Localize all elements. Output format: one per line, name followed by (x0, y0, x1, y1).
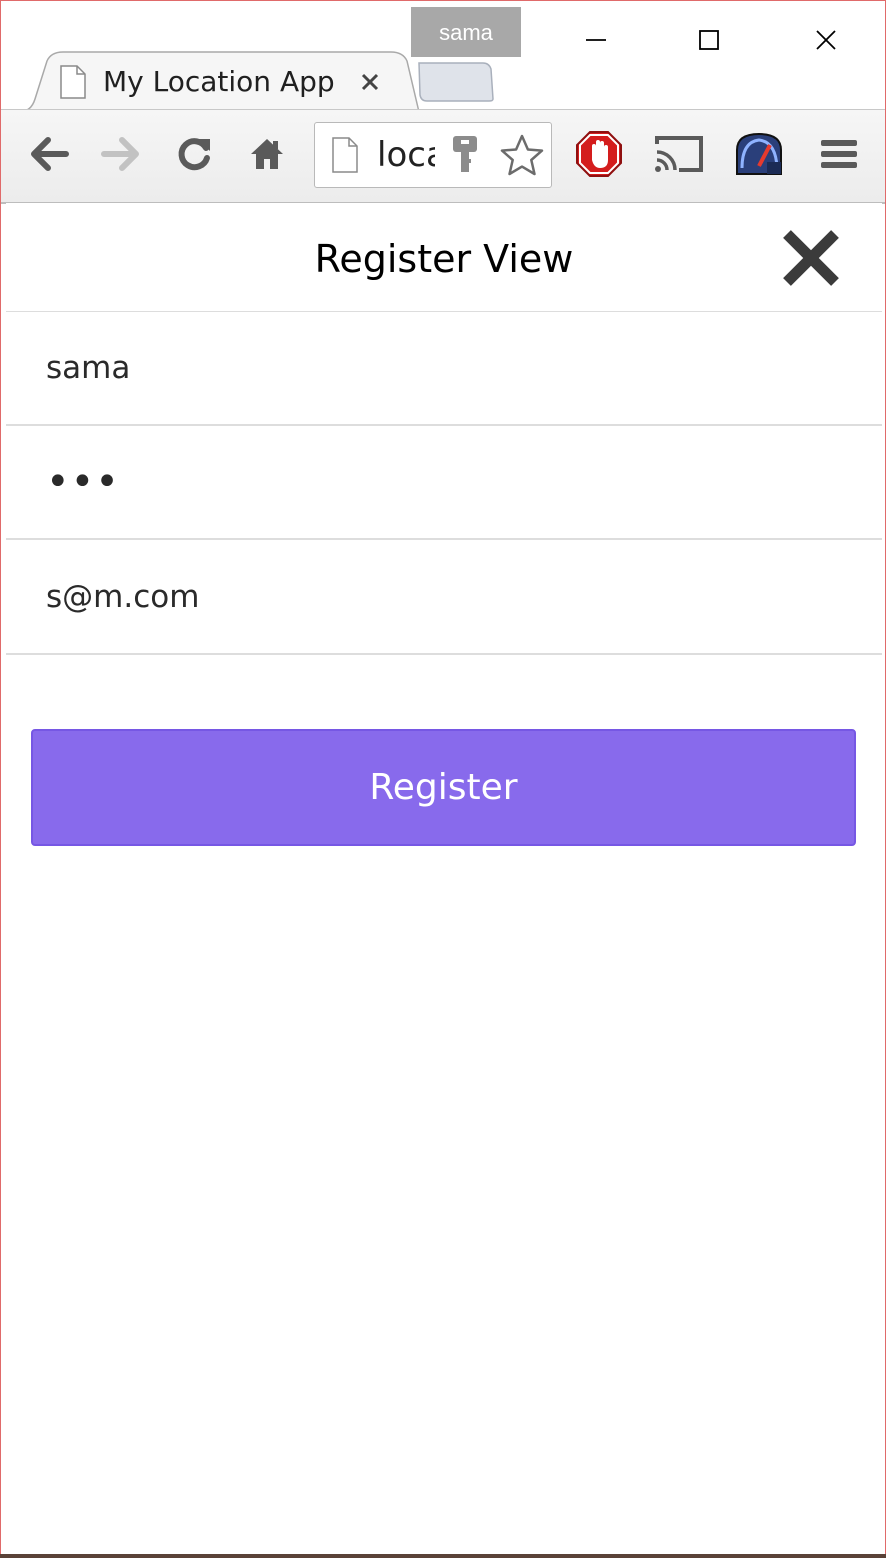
maximize-button[interactable] (679, 9, 739, 71)
home-button[interactable] (239, 126, 295, 182)
reload-icon (178, 138, 210, 171)
app-content: Register View Register (6, 203, 882, 1555)
address-bar[interactable]: localhost (314, 122, 552, 188)
window-close-button[interactable] (796, 9, 856, 71)
profile-badge[interactable]: sama (411, 7, 521, 57)
maximize-icon (699, 30, 719, 50)
password-input[interactable] (6, 426, 882, 538)
minimize-icon (586, 39, 606, 41)
password-field (6, 426, 882, 540)
browser-window: sama My Location App loc Register View s… (0, 0, 886, 1558)
username-input[interactable] (6, 312, 882, 424)
tab-my-location-app[interactable]: My Location App (19, 51, 419, 113)
username-field (6, 312, 882, 426)
page-icon (332, 137, 358, 173)
close-view-button[interactable] (776, 223, 846, 293)
page-title: Register View (314, 237, 574, 281)
close-icon (783, 230, 839, 286)
browser-toolbar: localhost (1, 109, 885, 204)
home-icon (251, 139, 283, 169)
close-icon (361, 73, 379, 91)
reload-button[interactable] (166, 126, 222, 182)
speedometer-icon (736, 132, 782, 175)
title-bar: sama My Location App (1, 1, 885, 113)
minimize-button[interactable] (566, 9, 626, 71)
adblock-extension-button[interactable] (571, 126, 627, 182)
register-button[interactable]: Register (31, 729, 856, 846)
address-text: localhost (377, 135, 435, 175)
tab-title: My Location App (103, 65, 335, 98)
tab-close-button[interactable] (355, 67, 385, 97)
arrow-right-icon (101, 137, 139, 171)
key-icon[interactable] (451, 135, 479, 175)
email-field (6, 541, 882, 655)
back-button[interactable] (21, 126, 77, 182)
browser-menu-button[interactable] (811, 126, 867, 182)
cast-button[interactable] (651, 126, 707, 182)
forward-button[interactable] (93, 126, 149, 182)
app-header: Register View (6, 203, 882, 312)
new-tab-button[interactable] (413, 61, 495, 103)
star-icon[interactable] (499, 133, 545, 179)
window-bottom-edge (0, 1554, 886, 1558)
hand-stop-icon (576, 131, 622, 177)
hamburger-icon (821, 140, 857, 168)
email-input[interactable] (6, 541, 882, 653)
close-icon (816, 30, 836, 50)
arrow-left-icon (31, 137, 69, 171)
speedometer-extension-button[interactable] (731, 126, 787, 182)
cast-icon (655, 136, 703, 172)
page-icon (60, 65, 86, 99)
